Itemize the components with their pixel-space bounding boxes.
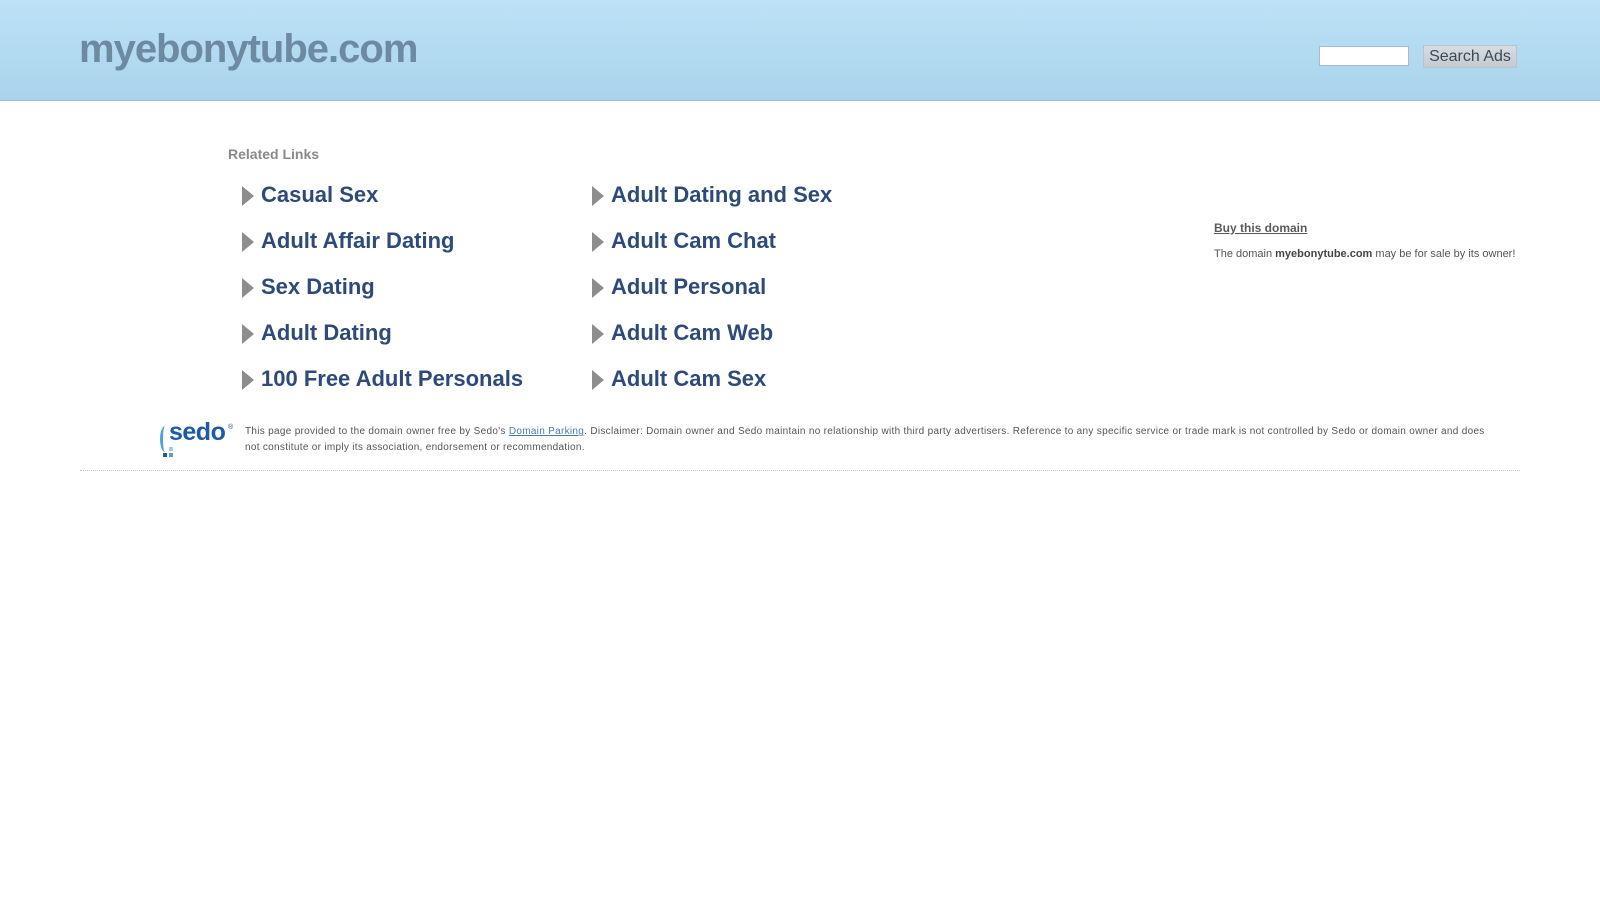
footer-disclaimer: This page provided to the domain owner f… [245,424,1485,456]
header-bar: myebonytube.com Search Ads [0,0,1600,101]
sale-notice-prefix: The domain [1214,248,1276,260]
related-link-label: Adult Personal [611,274,767,299]
search-input[interactable] [1319,46,1409,66]
domain-parking-link[interactable]: Domain Parking [509,426,584,437]
site-title[interactable]: myebonytube.com [79,27,418,72]
related-link-adult-affair-dating[interactable]: Adult Affair Dating [228,220,568,266]
triangle-arrow-right-icon [242,278,254,298]
related-links-right-column: Adult Dating and Sex Adult Cam Chat Adul… [578,174,918,404]
sedo-logo-square-icon [169,453,173,457]
sedo-logo-registered-mark: ® [228,424,234,431]
triangle-arrow-right-icon [592,232,604,252]
related-link-label: Adult Cam Web [611,320,774,345]
related-link-adult-cam-web[interactable]: Adult Cam Web [578,312,918,358]
sedo-logo-text: sedo [169,418,226,446]
related-link-label: Adult Affair Dating [261,228,455,253]
triangle-arrow-right-icon [592,186,604,206]
related-links-left-column: Casual Sex Adult Affair Dating Sex Datin… [228,174,568,404]
related-link-label: 100 Free Adult Personals [261,366,524,391]
related-link-adult-dating[interactable]: Adult Dating [228,312,568,358]
related-links-heading: Related Links [228,146,320,162]
related-link-adult-dating-and-sex[interactable]: Adult Dating and Sex [578,174,918,220]
buy-this-domain-link[interactable]: Buy this domain [1214,221,1307,235]
related-link-adult-cam-chat[interactable]: Adult Cam Chat [578,220,918,266]
related-link-100-free-adult-personals[interactable]: 100 Free Adult Personals [228,358,568,404]
sedo-logo[interactable]: sedo ® [160,418,236,457]
related-link-adult-personal[interactable]: Adult Personal [578,266,918,312]
triangle-arrow-right-icon [592,370,604,390]
footer-divider [80,470,1520,471]
triangle-arrow-right-icon [242,370,254,390]
sale-notice-suffix: may be for sale by its owner! [1372,248,1516,260]
related-link-casual-sex[interactable]: Casual Sex [228,174,568,220]
related-link-label: Casual Sex [261,182,379,207]
triangle-arrow-right-icon [242,232,254,252]
related-link-adult-cam-sex[interactable]: Adult Cam Sex [578,358,918,404]
sale-notice-domain: myebonytube.com [1275,248,1373,260]
search-ads-button[interactable]: Search Ads [1423,45,1517,68]
triangle-arrow-right-icon [242,186,254,206]
related-link-label: Adult Dating and Sex [611,182,833,207]
related-link-label: Sex Dating [261,274,375,299]
related-link-label: Adult Dating [261,320,392,345]
domain-sale-notice: The domain myebonytube.com may be for sa… [1214,248,1515,260]
footer-text-prefix: This page provided to the domain owner f… [245,426,509,437]
triangle-arrow-right-icon [242,324,254,344]
sedo-logo-square-icon [169,447,173,451]
related-link-label: Adult Cam Sex [611,366,767,391]
related-link-label: Adult Cam Chat [611,228,776,253]
triangle-arrow-right-icon [592,324,604,344]
related-link-sex-dating[interactable]: Sex Dating [228,266,568,312]
triangle-arrow-right-icon [592,278,604,298]
sedo-logo-square-icon [163,453,167,457]
